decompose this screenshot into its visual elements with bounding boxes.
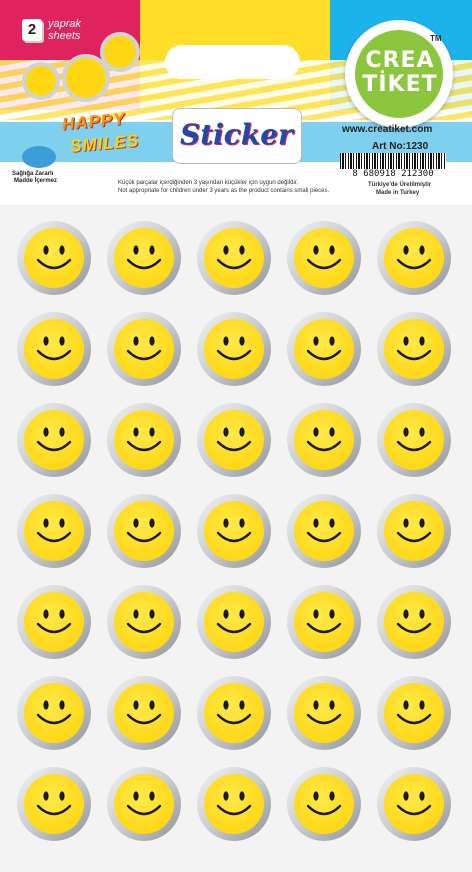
smiley-face-icon [376, 584, 452, 660]
smiley-face-icon [376, 675, 452, 751]
smiley-face-icon [376, 766, 452, 842]
warning-en: Not appropriate for children under 3 yea… [118, 188, 330, 194]
smiley-face-icon [22, 62, 60, 100]
smiley-face-icon [106, 584, 182, 660]
barcode-number: 8 680918 212300 [340, 169, 446, 179]
smiley-face-icon [100, 32, 140, 72]
smiley-face-icon [376, 402, 452, 478]
smiley-face-icon [106, 493, 182, 569]
smiley-face-icon [196, 311, 272, 387]
website-label: www.creatiket.com [342, 124, 433, 135]
sheet-label-tr: yaprak [48, 18, 82, 30]
smiley-face-icon [196, 766, 272, 842]
smiley-face-icon [16, 402, 92, 478]
title-pill [165, 45, 300, 79]
trademark-mark: TM [430, 34, 442, 43]
sheet-label-en: sheets [48, 30, 81, 42]
smiley-face-icon [286, 766, 362, 842]
art-number: Art No:1230 [372, 141, 429, 152]
made-in-tr: Türkiye'de Üretilmiştir [368, 182, 432, 188]
smiley-face-icon [16, 675, 92, 751]
warning-tr: Küçük parçalar içerdiğinden 3 yaşından k… [118, 180, 299, 186]
smiley-face-icon [286, 402, 362, 478]
smiley-face-icon [286, 493, 362, 569]
smiley-face-icon [196, 220, 272, 296]
smiley-face-icon [286, 584, 362, 660]
smiley-face-icon [196, 402, 272, 478]
smiley-face-icon [16, 584, 92, 660]
made-in-en: Made in Turkey [376, 190, 420, 196]
sticker-label: Sticker [180, 118, 293, 151]
smiley-face-icon [286, 675, 362, 751]
smiley-face-icon [106, 766, 182, 842]
brand-name-line2: TİKET [362, 72, 438, 97]
nontoxic-label-2: Madde İçermez [14, 178, 58, 184]
nontoxic-icon [22, 146, 56, 168]
barcode-icon [340, 153, 446, 169]
smiley-face-icon [16, 311, 92, 387]
sheet-count-label: 2 yaprak sheets [22, 18, 81, 42]
sheet-count: 2 [22, 19, 42, 41]
brand-name-line1: CREA [365, 48, 435, 73]
smiley-face-icon [16, 766, 92, 842]
package-header: 2 yaprak sheets CREA TİKET TM HAPPY SMIL… [0, 0, 472, 205]
smiley-face-icon [286, 311, 362, 387]
smiley-face-icon [196, 584, 272, 660]
smiley-face-icon [376, 311, 452, 387]
smiley-face-icon [106, 675, 182, 751]
smiley-face-icon [106, 402, 182, 478]
nontoxic-label-1: Sağlığa Zararlı [12, 171, 54, 177]
smiley-face-icon [376, 220, 452, 296]
smiley-face-icon [286, 220, 362, 296]
smiley-face-icon [196, 675, 272, 751]
smiley-face-icon [196, 493, 272, 569]
smiley-face-icon [16, 220, 92, 296]
smiley-face-icon [376, 493, 452, 569]
smiley-face-icon [106, 220, 182, 296]
smiley-face-icon [16, 493, 92, 569]
smiley-face-icon [106, 311, 182, 387]
